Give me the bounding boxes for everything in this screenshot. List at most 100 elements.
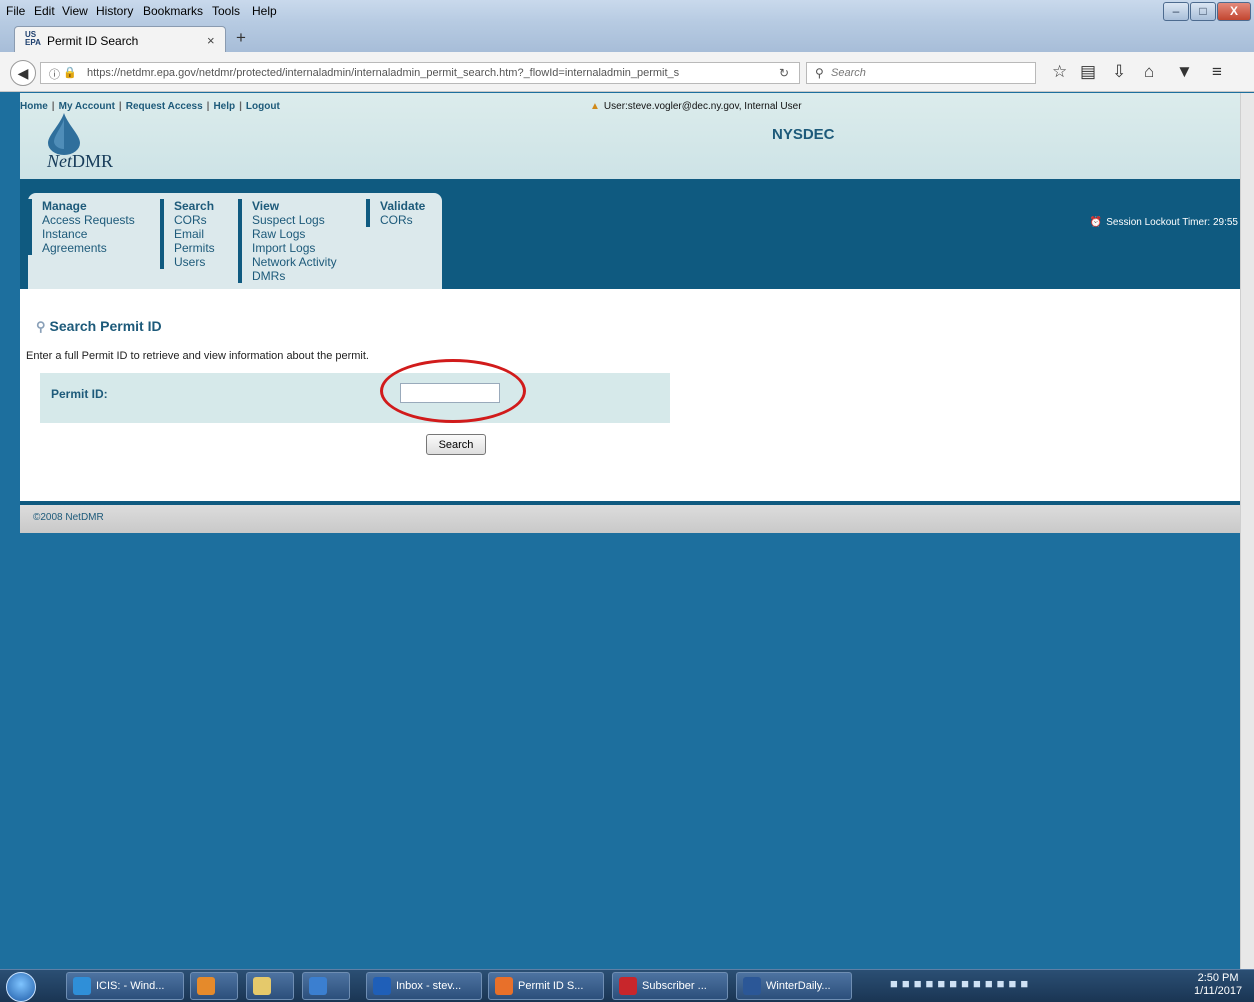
top-links: Home | My Account | Request Access | Help | Logo… (20, 101, 280, 112)
clock-date: 1/11/2017 (1194, 985, 1243, 997)
new-tab-button[interactable]: + (236, 28, 246, 48)
internet-explorer-icon (73, 977, 91, 995)
nav-item-users[interactable]: Users (174, 255, 215, 269)
nav-group-title: Validate (380, 199, 426, 213)
navigation-toolbar: ◀ ⓘ 🔒 https://netdmr.epa.gov/netdmr/prot… (0, 52, 1254, 92)
session-lockout-timer: ⏰ Session Lockout Timer: 29:55 (1089, 217, 1238, 228)
menu-edit[interactable]: Edit (34, 4, 55, 18)
search-button[interactable]: Search (426, 434, 486, 455)
vertical-scrollbar[interactable] (1240, 93, 1254, 989)
organization-name: NYSDEC (772, 126, 835, 143)
nav-group-title: Manage (42, 199, 87, 213)
taskbar-item-media[interactable] (190, 972, 238, 1000)
taskbar-item-word[interactable]: WinterDaily... (736, 972, 852, 1000)
site-header: Home | My Account | Request Access | Help | Logo… (20, 93, 1240, 179)
home-icon[interactable]: ⌂ (1144, 62, 1154, 82)
home-link[interactable]: Home (20, 101, 48, 112)
alarm-clock-icon: ⏰ (1089, 217, 1103, 228)
firefox-icon (495, 977, 513, 995)
nav-item-import-logs[interactable]: Import Logs (252, 241, 337, 255)
nav-group-search: Search CORs Email Permits Users (160, 199, 215, 269)
url-bar[interactable]: ⓘ 🔒 https://netdmr.epa.gov/netdmr/protec… (40, 62, 800, 84)
menu-history[interactable]: History (96, 4, 133, 18)
nav-group-title: Search (174, 199, 215, 213)
user-icon: ▲ (590, 101, 600, 112)
permit-search-form: Permit ID: (40, 359, 670, 423)
browser-menubar: File Edit View History Bookmarks Tools H… (0, 0, 1254, 22)
nav-item-email[interactable]: Email (174, 227, 215, 241)
nav-item-search-cors[interactable]: CORs (174, 213, 215, 227)
site-footer: ©2008 NetDMR (20, 505, 1240, 533)
taskbar-background: ICIS: - Wind... Inbox - stev... Permit I… (0, 969, 1254, 1002)
media-player-icon (197, 977, 215, 995)
word-icon (743, 977, 761, 995)
menu-file[interactable]: File (6, 4, 25, 18)
info-icon[interactable]: ⓘ (49, 66, 60, 82)
taskbar-item-ie[interactable]: ICIS: - Wind... (66, 972, 184, 1000)
taskbar-item-earth[interactable] (302, 972, 350, 1000)
tab-title: Permit ID Search (47, 34, 139, 48)
back-icon[interactable]: ◀ (10, 60, 36, 86)
nav-item-agreements[interactable]: Agreements (42, 241, 135, 255)
annotation-circle (380, 359, 526, 423)
folder-icon (253, 977, 271, 995)
nav-item-permits[interactable]: Permits (174, 241, 215, 255)
reload-icon[interactable]: ↻ (779, 66, 789, 80)
nav-group-validate: Validate CORs (366, 199, 425, 227)
nav-item-access-requests[interactable]: Access Requests (42, 213, 135, 227)
taskbar-item-firefox[interactable]: Permit ID S... (488, 972, 604, 1000)
netdmr-page: Home | My Account | Request Access | Help | Logo… (20, 93, 1240, 535)
menu-help[interactable]: Help (252, 4, 277, 18)
copyright-text: ©2008 NetDMR (33, 512, 104, 523)
nav-item-dmrs[interactable]: DMRs (252, 269, 337, 283)
system-clock[interactable]: 2:50 PM 1/11/2017 (1194, 972, 1242, 998)
help-link[interactable]: Help (213, 101, 235, 112)
nav-group-manage: Manage Access Requests Instance Agreemen… (28, 199, 135, 255)
nav-item-validate-cors[interactable]: CORs (380, 213, 425, 227)
search-icon: ⚲ (815, 66, 824, 80)
lock-icon: 🔒 (63, 67, 77, 79)
start-button[interactable] (6, 972, 36, 1002)
tab-strip: US EPA Permit ID Search × + (0, 22, 1254, 53)
menu-icon[interactable]: ≡ (1212, 62, 1222, 82)
download-icon[interactable]: ⇩ (1112, 62, 1126, 82)
netdmr-logo-text: NetDMR (47, 151, 114, 171)
page-title: ⚲ Search Permit ID (36, 318, 162, 334)
search-input[interactable]: ⚲ Search (806, 62, 1036, 84)
close-window-button[interactable]: X (1217, 2, 1251, 21)
intro-text: Enter a full Permit ID to retrieve and v… (26, 350, 369, 362)
nav-item-instance[interactable]: Instance (42, 227, 135, 241)
tab-permit-id-search[interactable]: US EPA Permit ID Search × (14, 26, 226, 53)
user-info: ▲ User:steve.vogler@dec.ny.gov, Internal … (590, 101, 802, 112)
close-tab-icon[interactable]: × (207, 33, 215, 48)
system-tray-icons[interactable]: ■■■■■■■■■■■■ (890, 976, 1032, 991)
main-nav-band: Manage Access Requests Instance Agreemen… (20, 179, 1240, 289)
my-account-link[interactable]: My Account (59, 101, 115, 112)
taskbar-item-explorer[interactable] (246, 972, 294, 1000)
pocket-icon[interactable]: ▼ (1176, 62, 1193, 82)
main-content: ⚲ Search Permit ID Enter a full Permit ID… (20, 289, 1240, 501)
search-placeholder: Search (831, 67, 866, 79)
menu-tools[interactable]: Tools (212, 4, 240, 18)
clock-time: 2:50 PM (1197, 972, 1239, 984)
nav-group-view: View Suspect Logs Raw Logs Import Logs N… (238, 199, 337, 283)
windows-taskbar: ICIS: - Wind... Inbox - stev... Permit I… (0, 969, 1254, 1002)
reading-list-icon[interactable]: ▤ (1080, 62, 1096, 82)
maximize-button[interactable]: □ (1190, 2, 1216, 21)
nav-group-title: View (252, 199, 280, 213)
taskbar-item-pdf[interactable]: Subscriber ... (612, 972, 728, 1000)
taskbar-item-outlook[interactable]: Inbox - stev... (366, 972, 482, 1000)
nav-item-suspect-logs[interactable]: Suspect Logs (252, 213, 337, 227)
google-earth-icon (309, 977, 327, 995)
minimize-button[interactable]: – (1163, 2, 1189, 21)
epa-favicon-icon: US EPA (25, 30, 41, 47)
url-text[interactable]: https://netdmr.epa.gov/netdmr/protected/… (87, 67, 777, 79)
nav-item-network-activity[interactable]: Network Activity (252, 255, 337, 269)
logout-link[interactable]: Logout (246, 101, 280, 112)
nav-item-raw-logs[interactable]: Raw Logs (252, 227, 337, 241)
netdmr-drop-logo-icon (48, 113, 80, 155)
menu-bookmarks[interactable]: Bookmarks (143, 4, 203, 18)
star-icon[interactable]: ☆ (1052, 62, 1067, 82)
request-access-link[interactable]: Request Access (126, 101, 203, 112)
menu-view[interactable]: View (62, 4, 88, 18)
